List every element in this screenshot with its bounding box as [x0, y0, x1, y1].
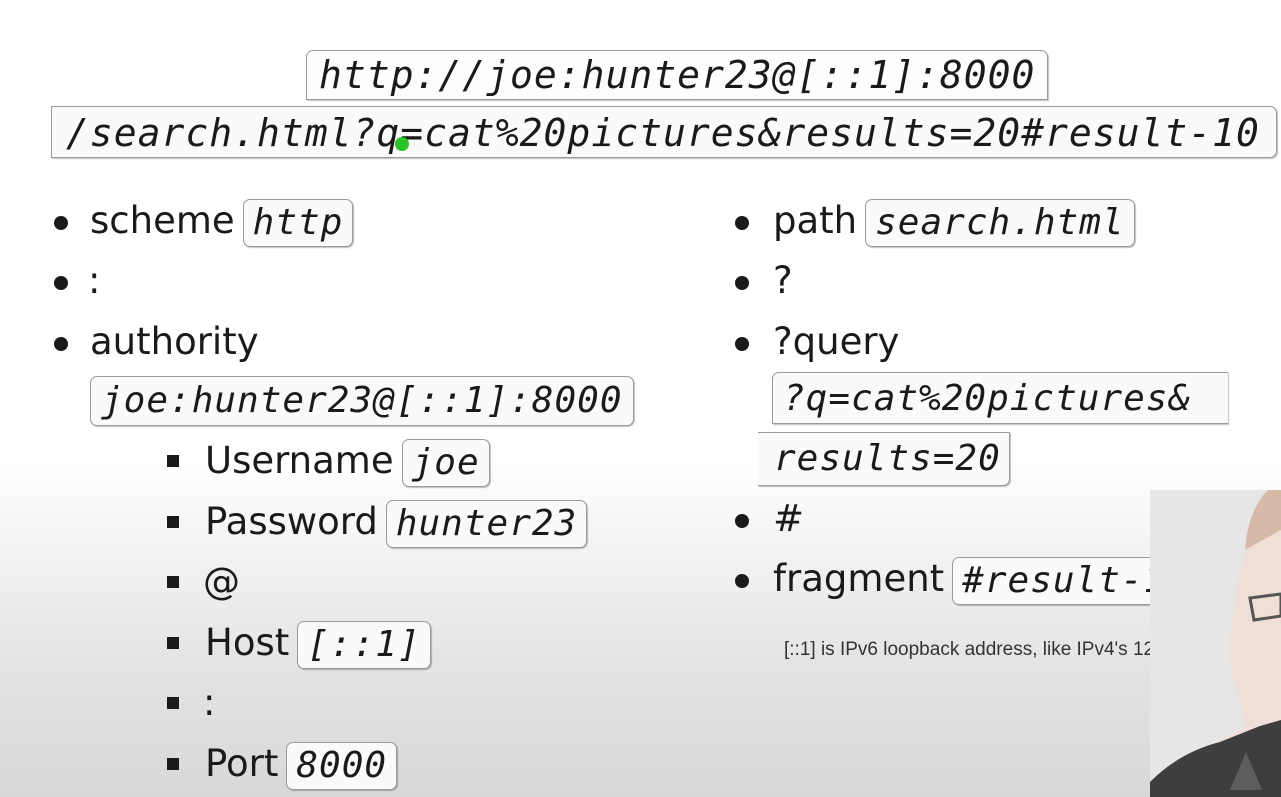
- authority-value: joe:hunter23@[::1]:8000: [90, 376, 634, 426]
- bullet: [735, 574, 749, 588]
- scheme-value: http: [242, 198, 354, 247]
- list-item-scheme: scheme http: [90, 196, 354, 247]
- host-value: [::1]: [297, 620, 431, 669]
- list-item-hash: #: [773, 497, 805, 540]
- password-value: hunter23: [385, 499, 588, 548]
- sub-bullet: [167, 516, 179, 528]
- bullet: [735, 337, 749, 351]
- presenter-webcam: [1150, 490, 1281, 797]
- sub-bullet: [167, 758, 179, 770]
- bullet: [735, 514, 749, 528]
- query-label: ?query: [773, 320, 900, 363]
- url-line-2: /search.html?q=cat%20pictures&results=20…: [51, 106, 1277, 158]
- list-item-colon-port: :: [203, 681, 216, 724]
- username-label: Username: [205, 439, 394, 482]
- list-item-question: ?: [773, 259, 793, 302]
- list-item-fragment: fragment #result-10: [773, 554, 1199, 605]
- bullet: [735, 216, 749, 230]
- bullet: [54, 216, 68, 230]
- sub-bullet: [167, 576, 179, 588]
- bullet: [54, 276, 68, 290]
- list-item-at: @: [203, 560, 240, 603]
- path-label: path: [773, 199, 858, 242]
- list-item-colon: :: [88, 259, 101, 302]
- list-item-path: path search.html: [773, 196, 1135, 247]
- cursor-indicator: [395, 137, 409, 151]
- port-label: Port: [205, 742, 279, 785]
- host-label: Host: [205, 621, 290, 664]
- url-line-1: http://joe:hunter23@[::1]:8000: [306, 50, 1049, 100]
- list-item-host: Host [::1]: [205, 618, 431, 669]
- password-label: Password: [205, 500, 378, 543]
- authority-label: authority: [90, 320, 259, 363]
- bullet: [54, 337, 68, 351]
- username-value: joe: [401, 438, 490, 487]
- list-item-password: Password hunter23: [205, 497, 588, 548]
- sub-bullet: [167, 455, 179, 467]
- list-item-username: Username joe: [205, 436, 490, 487]
- port-value: 8000: [286, 741, 398, 790]
- ipv6-note: [::1] is IPv6 loopback address, like IPv…: [784, 639, 1213, 660]
- fragment-label: fragment: [773, 557, 945, 600]
- list-item-port: Port 8000: [205, 739, 398, 790]
- bullet: [735, 276, 749, 290]
- path-value: search.html: [865, 198, 1135, 247]
- scheme-label: scheme: [90, 199, 235, 242]
- query-value-line-2: results=20: [758, 432, 1010, 486]
- sub-bullet: [167, 637, 179, 649]
- query-value-line-1: ?q=cat%20pictures&: [772, 372, 1228, 424]
- sub-bullet: [167, 697, 179, 709]
